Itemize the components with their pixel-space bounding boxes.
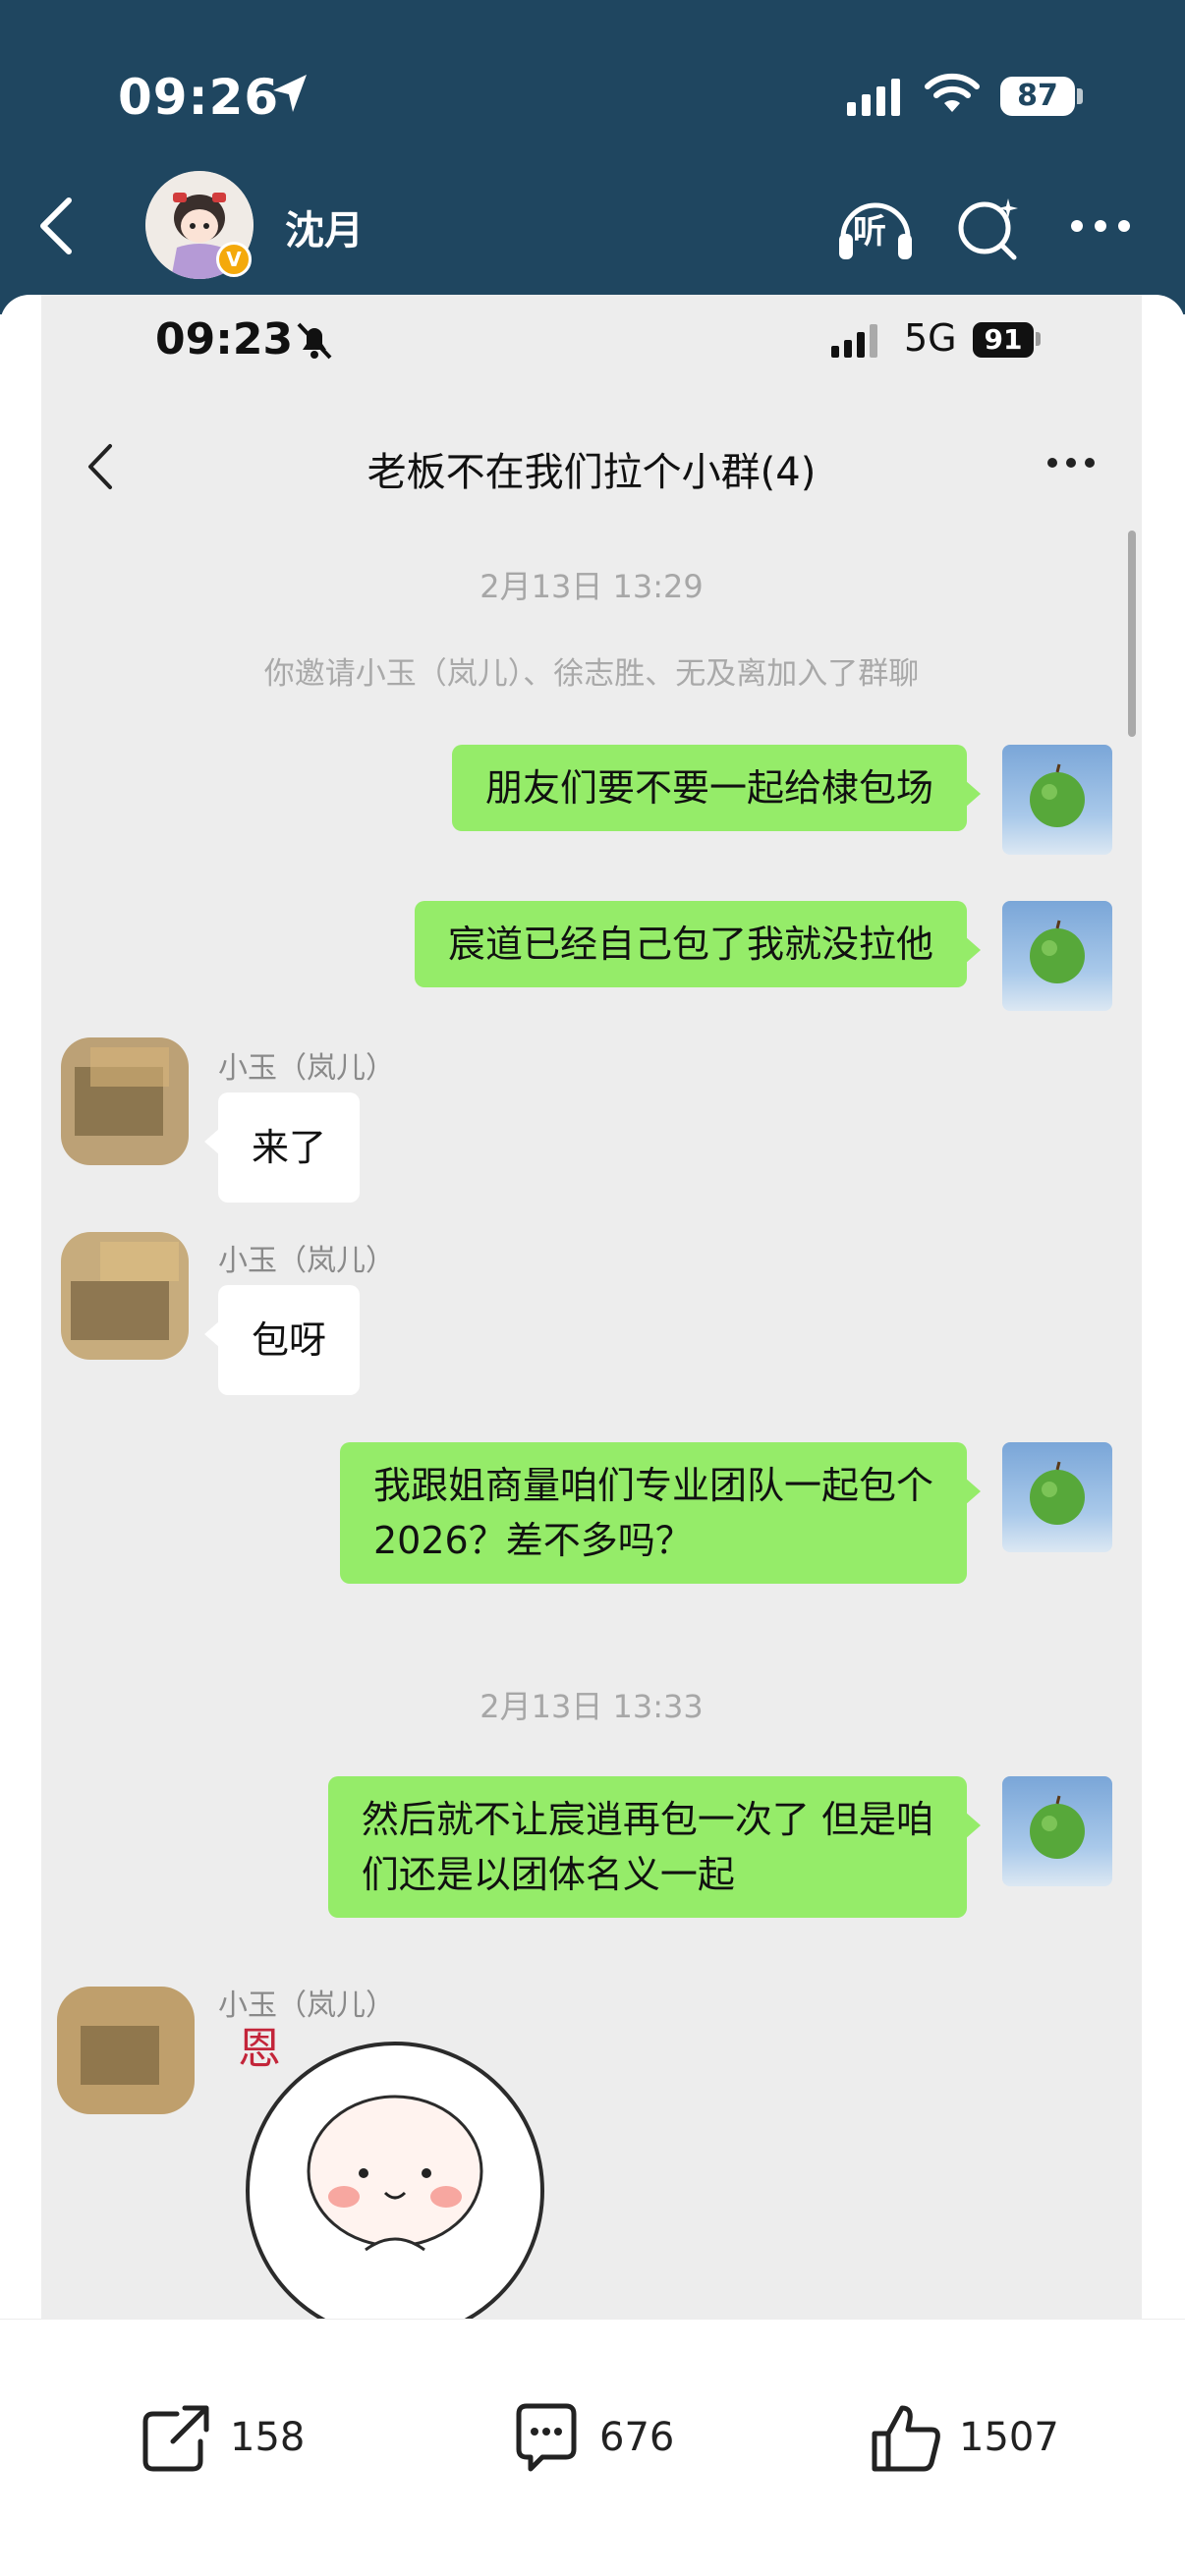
like-count: 1507 [959, 2415, 1059, 2460]
green-apple-icon [1030, 1795, 1085, 1859]
screenshot-battery: 91 [973, 322, 1034, 358]
chat-timestamp: 2月13日 13:33 [480, 1688, 704, 1725]
more-options-button[interactable] [1071, 206, 1150, 246]
blurred-avatar-icon [57, 1987, 195, 2114]
sender-name: 小玉（岚儿） [218, 1051, 395, 1086]
like-button[interactable]: 1507 [867, 2398, 1059, 2477]
message-line: 我跟姐商量咱们专业团队一起包个 [372, 1464, 933, 1507]
screenshot-status-time: 09:23 [155, 314, 294, 364]
share-count: 158 [230, 2415, 306, 2460]
message-text: 朋友们要不要一起给棣包场 [484, 766, 933, 810]
my-message-bubble: 朋友们要不要一起给棣包场 [451, 745, 982, 831]
message-line: 们还是以团体名义一起 [361, 1853, 735, 1896]
sheep-sticker-icon: 恩 [238, 2024, 544, 2319]
screenshot-network: 5G [904, 316, 957, 360]
user-name[interactable]: 沈月 [285, 198, 364, 255]
message-line: 然后就不让宸逍再包一次了 但是咱 [361, 1798, 933, 1841]
sender-name: 小玉（岚儿） [218, 1244, 395, 1278]
my-message-bubble: 宸道已经自己包了我就没拉他 [414, 901, 982, 987]
other-message-bubble: 包呀 [203, 1285, 361, 1395]
my-message-bubble: 然后就不让宸逍再包一次了 但是咱 们还是以团体名义一起 [327, 1776, 982, 1918]
my-avatar [1002, 1776, 1112, 1886]
comment-button[interactable]: 676 [507, 2398, 674, 2477]
green-apple-icon [1030, 1461, 1085, 1525]
listen-label[interactable]: 听 [853, 204, 886, 252]
my-avatar [1002, 1442, 1112, 1552]
battery-tip [1077, 88, 1083, 104]
bell-muted-icon [297, 322, 332, 360]
wifi-icon [925, 73, 980, 112]
location-arrow-icon [273, 75, 307, 112]
system-message: 你邀请小玉（岚儿）、徐志胜、无及离加入了群聊 [263, 656, 920, 692]
verified-badge: V [216, 242, 252, 277]
search-icon[interactable] [953, 189, 1024, 267]
green-apple-icon [1030, 920, 1085, 983]
status-time: 09:26 [118, 69, 280, 126]
outer-header: 09:26 87 V 沈月 听 [0, 0, 1185, 314]
message-text: 来了 [252, 1126, 327, 1169]
my-message-bubble: 我跟姐商量咱们专业团队一起包个 2026？差不多吗？ [339, 1442, 982, 1584]
my-avatar [1002, 745, 1112, 855]
back-button[interactable] [24, 187, 92, 265]
chat-timestamp: 2月13日 13:29 [480, 568, 704, 605]
battery-indicator: 87 [1000, 77, 1075, 116]
chat-title: 老板不在我们拉个小群(4) [367, 450, 817, 495]
post-action-bar: 158 676 1507 [0, 2319, 1185, 2576]
other-message-bubble: 来了 [203, 1092, 361, 1203]
share-button[interactable]: 158 [138, 2398, 305, 2477]
chat-screenshot: 09:23 5G 91 老板不在我们拉个小群(4) 2月13日 13:29 你邀… [41, 295, 1142, 2319]
blurred-avatar-icon [61, 1037, 189, 1165]
screenshot-battery-tip [1036, 332, 1041, 346]
comment-count: 676 [599, 2415, 675, 2460]
blurred-avatar-icon [61, 1232, 189, 1360]
message-line: 2026？差不多吗？ [372, 1519, 693, 1562]
my-avatar [1002, 901, 1112, 1011]
sticker-text: 恩 [238, 2024, 281, 2074]
comment-icon [516, 2403, 577, 2472]
cellular-signal-icon [847, 77, 900, 116]
screenshot-signal-icon [831, 324, 877, 358]
green-apple-icon [1030, 763, 1085, 827]
thumbs-up-icon [872, 2405, 940, 2472]
message-text: 宸道已经自己包了我就没拉他 [447, 923, 933, 966]
chat-more-icon [1047, 458, 1095, 468]
message-text: 包呀 [252, 1318, 327, 1362]
share-icon [142, 2405, 209, 2472]
